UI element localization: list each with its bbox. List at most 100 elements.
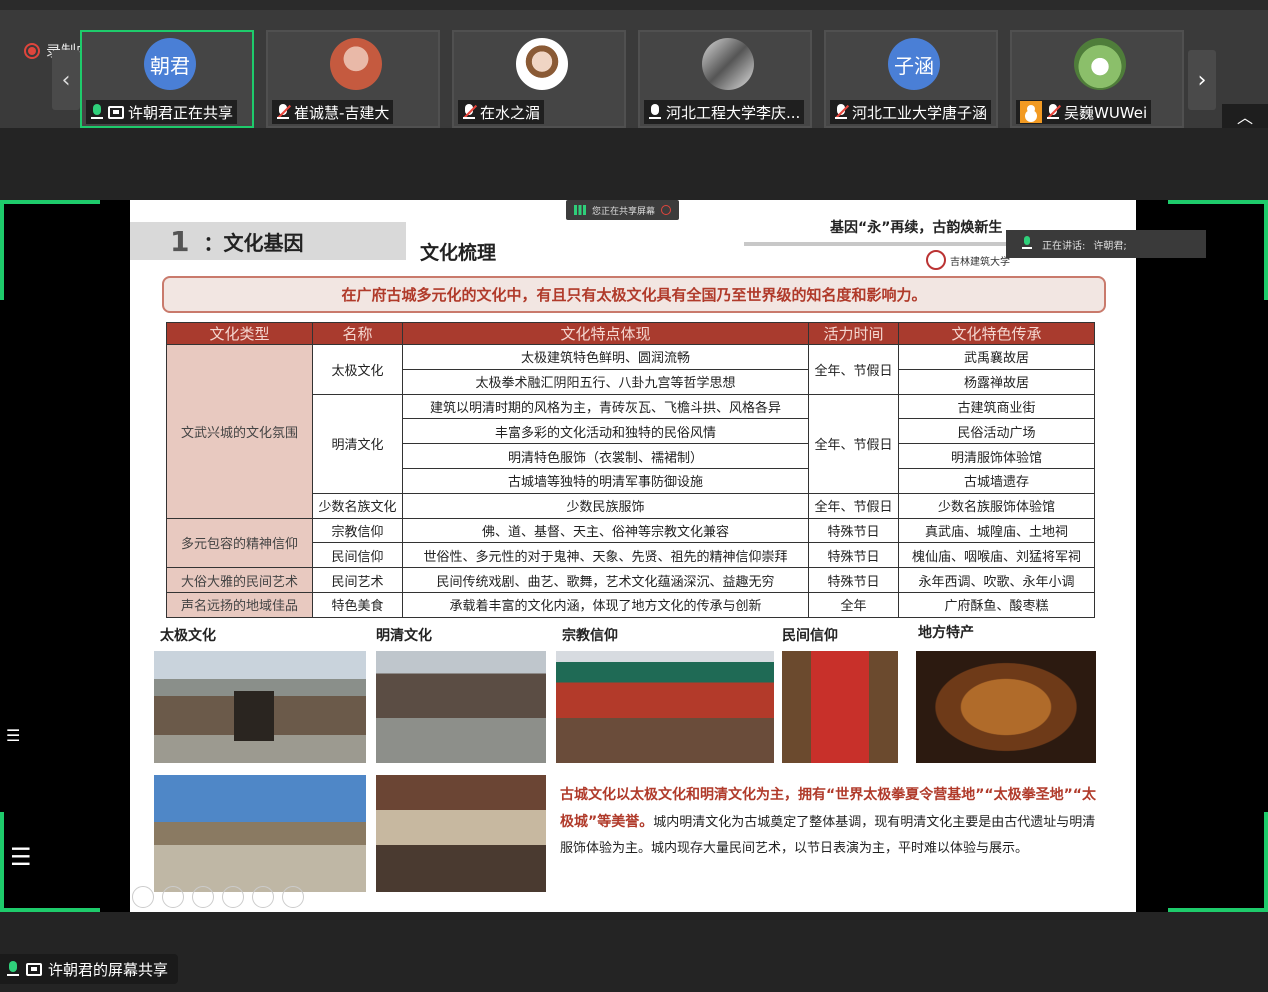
culture-name-cell: 太极文化 bbox=[312, 344, 403, 395]
avatar bbox=[516, 38, 568, 90]
participant-tile[interactable]: 河北工程大学李庆... bbox=[638, 30, 812, 128]
pen-icon[interactable] bbox=[192, 886, 214, 908]
time-cell: 特殊节日 bbox=[808, 542, 899, 569]
zoom-icon[interactable] bbox=[252, 886, 274, 908]
culture-type-cell: 大俗大雅的民间艺术 bbox=[166, 567, 313, 593]
participant-strip: 录制中 ‹ 朝君 许朝君正在共享 崔诚慧-吉建大 在水之湄 bbox=[0, 0, 1268, 128]
participant-tile[interactable]: 在水之湄 bbox=[452, 30, 626, 128]
feature-cell: 明清特色服饰（衣裳制、襦裙制） bbox=[402, 443, 809, 469]
heritage-cell: 古建筑商业街 bbox=[898, 393, 1095, 420]
feature-cell: 太极建筑特色鲜明、圆润流畅 bbox=[402, 344, 809, 370]
table-row: 文武兴城的文化氛围 太极文化 太极建筑特色鲜明、圆润流畅 全年、节假日 武禹襄故… bbox=[166, 344, 1095, 519]
photo-caption: 民间信仰 bbox=[782, 628, 838, 644]
heritage-cell: 槐仙庙、咽喉庙、刘猛将军祠 bbox=[898, 542, 1095, 569]
taiji-practice-photo bbox=[154, 775, 366, 892]
sharing-label: 您正在共享屏幕 bbox=[592, 206, 656, 217]
time-cell: 全年 bbox=[808, 591, 899, 618]
mic-on-icon bbox=[1020, 236, 1034, 252]
feature-cell: 佛、道、基督、天主、俗神等宗教文化兼容 bbox=[402, 517, 809, 544]
heritage-cell: 武禹襄故居 bbox=[898, 344, 1095, 370]
taiji-gate-photo bbox=[154, 651, 366, 763]
mic-muted-icon bbox=[462, 104, 478, 120]
heritage-cell: 广府酥鱼、酸枣糕 bbox=[898, 591, 1095, 618]
presentation-toolbar bbox=[132, 886, 304, 908]
meeting-window: 录制中 ‹ 朝君 许朝君正在共享 崔诚慧-吉建大 在水之湄 bbox=[0, 0, 1268, 992]
screen-share-owner: 许朝君的屏幕共享 bbox=[48, 960, 169, 979]
table-header: 文化特色传承 bbox=[898, 322, 1095, 345]
culture-type-cell: 文武兴城的文化氛围 bbox=[166, 344, 313, 519]
participant-tile[interactable]: 朝君 许朝君正在共享 bbox=[80, 30, 254, 128]
stop-share-icon[interactable] bbox=[661, 205, 672, 215]
participant-tile[interactable]: 崔诚慧-吉建大 bbox=[266, 30, 440, 128]
prev-slide-icon[interactable] bbox=[132, 886, 154, 908]
mic-on-icon bbox=[6, 961, 20, 977]
slide-slogan: 基因“永”再续，古韵焕新生 bbox=[830, 220, 1003, 236]
mic-on-icon bbox=[90, 104, 104, 120]
university-logo: 吉林建筑大学 bbox=[926, 250, 1010, 270]
heritage-cell: 古城墙遗存 bbox=[898, 467, 1095, 494]
next-page-button[interactable]: › bbox=[1188, 50, 1216, 110]
more-icon[interactable] bbox=[282, 886, 304, 908]
avatar bbox=[702, 38, 754, 90]
sharing-indicator[interactable]: 您正在共享屏幕 bbox=[566, 200, 680, 220]
screen-share-label: 许朝君的屏幕共享 bbox=[0, 954, 179, 984]
record-icon bbox=[24, 42, 40, 59]
participant-name-text: 许朝君正在共享 bbox=[128, 103, 234, 122]
photo-caption: 太极文化 bbox=[160, 628, 216, 644]
participant-name: 河北工程大学李庆... bbox=[644, 100, 805, 124]
screen-share-icon bbox=[26, 962, 42, 976]
avatar: 朝君 bbox=[144, 38, 196, 90]
culture-name-cell: 宗教信仰 bbox=[312, 517, 403, 544]
culture-name-cell: 民间信仰 bbox=[312, 542, 403, 569]
temple-photo bbox=[556, 651, 774, 763]
heritage-cell: 少数名族服饰体验馆 bbox=[898, 492, 1095, 519]
participant-name-text: 吴巍WUWei bbox=[1064, 103, 1148, 122]
time-cell: 全年、节假日 bbox=[808, 393, 899, 494]
table-header: 文化特点体现 bbox=[402, 322, 809, 345]
presentation-slide: 您正在共享屏幕 1 ：文化基因 文化梳理 基因“永”再续，古韵焕新生 吉林建筑大… bbox=[130, 200, 1136, 912]
section-title-text: ：文化基因 bbox=[203, 230, 304, 255]
participant-tile[interactable]: 吴巍WUWei bbox=[1010, 30, 1184, 128]
collapse-strip-button[interactable]: ︿ bbox=[1222, 104, 1268, 128]
heritage-cell: 真武庙、城隍庙、土地祠 bbox=[898, 517, 1095, 544]
old-shopfront-photo bbox=[376, 775, 546, 892]
photo-caption: 明清文化 bbox=[376, 628, 432, 644]
culture-name-cell: 特色美食 bbox=[312, 591, 403, 618]
section-number: 1 bbox=[170, 224, 190, 258]
participant-tile[interactable]: 子涵 河北工业大学唐子涵 bbox=[824, 30, 998, 128]
heritage-cell: 民俗活动广场 bbox=[898, 418, 1095, 445]
prev-page-button[interactable]: ‹ bbox=[52, 50, 80, 110]
avatar bbox=[1074, 38, 1126, 90]
menu-list-icon[interactable]: ☰ bbox=[10, 843, 32, 871]
culture-name-cell: 民间艺术 bbox=[312, 567, 403, 593]
share-frame-corner bbox=[0, 200, 100, 300]
signal-icon bbox=[574, 205, 586, 215]
participant-name-text: 河北工业大学唐子涵 bbox=[852, 103, 988, 122]
heritage-cell: 明清服饰体验馆 bbox=[898, 443, 1095, 469]
speaking-name: 许朝君; bbox=[1093, 240, 1127, 252]
host-icon bbox=[1020, 101, 1042, 123]
list-icon[interactable]: ☰ bbox=[6, 726, 20, 745]
next-slide-icon[interactable] bbox=[162, 886, 184, 908]
ming-qing-street-photo bbox=[376, 651, 546, 763]
mic-icon bbox=[648, 104, 662, 120]
share-frame-corner bbox=[1168, 812, 1268, 912]
table-row: 大俗大雅的民间艺术 民间艺术 民间传统戏剧、曲艺、歌舞，艺术文化蕴涵深沉、益趣无… bbox=[166, 567, 1095, 593]
table-header: 名称 bbox=[312, 322, 403, 345]
photo-caption: 宗教信仰 bbox=[562, 628, 618, 644]
participant-name-text: 在水之湄 bbox=[480, 103, 541, 122]
time-cell: 特殊节日 bbox=[808, 517, 899, 544]
highlight-banner: 在广府古城多元化的文化中，有且只有太极文化具有全国乃至世界级的知名度和影响力。 bbox=[162, 276, 1106, 313]
speaking-indicator: 正在讲话: 许朝君; bbox=[1006, 230, 1206, 258]
feature-cell: 古城墙等独特的明清军事防御设施 bbox=[402, 467, 809, 494]
heritage-cell: 杨露禅故居 bbox=[898, 368, 1095, 395]
slides-grid-icon[interactable] bbox=[222, 886, 244, 908]
feature-cell: 太极拳术融汇阴阳五行、八卦九宫等哲学思想 bbox=[402, 368, 809, 395]
feature-cell: 丰富多彩的文化活动和独特的民俗风情 bbox=[402, 418, 809, 445]
feature-cell: 世俗性、多元性的对于鬼神、天象、先贤、祖先的精神信仰崇拜 bbox=[402, 542, 809, 569]
participant-name-text: 崔诚慧-吉建大 bbox=[294, 103, 390, 122]
time-cell: 全年、节假日 bbox=[808, 344, 899, 395]
participant-name: 在水之湄 bbox=[458, 100, 545, 124]
table-header: 文化类型 bbox=[166, 322, 313, 345]
culture-name-cell: 少数名族文化 bbox=[312, 492, 403, 519]
